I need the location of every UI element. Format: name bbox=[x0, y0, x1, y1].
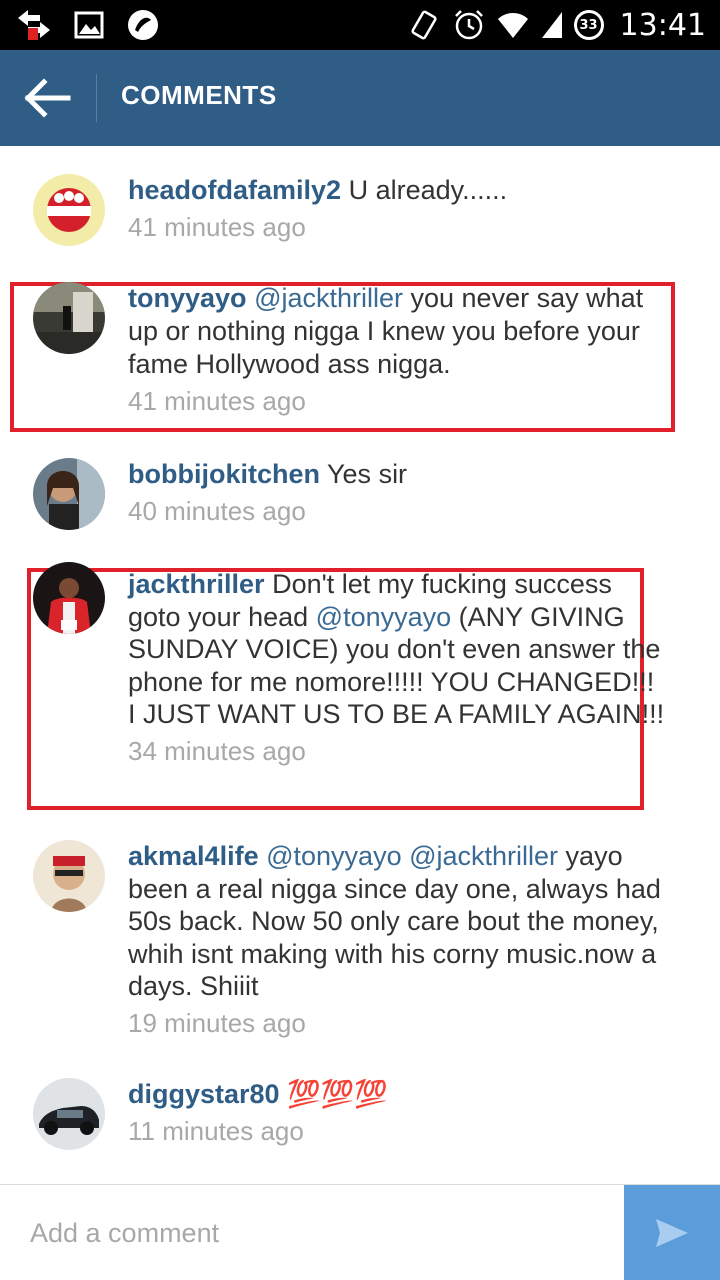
page-title: COMMENTS bbox=[121, 80, 277, 110]
comment-item: akmal4life @tonyyayo @jackthriller yayo … bbox=[0, 840, 720, 1050]
comment-username[interactable]: akmal4life bbox=[128, 841, 259, 871]
comment-username[interactable]: bobbijokitchen bbox=[128, 459, 320, 489]
comment-body: akmal4life @tonyyayo @jackthriller yayo … bbox=[128, 840, 668, 1039]
system-icons: 33 13:41 bbox=[408, 6, 706, 44]
comment-body: bobbijokitchen Yes sir 40 minutes ago bbox=[128, 458, 668, 528]
comment-text: akmal4life @tonyyayo @jackthriller yayo … bbox=[128, 840, 668, 1003]
avatar[interactable] bbox=[33, 840, 105, 912]
mention-link[interactable]: @jackthriller bbox=[254, 283, 403, 313]
comment-text: diggystar80 💯💯💯 bbox=[128, 1078, 668, 1111]
comment-composer bbox=[0, 1184, 720, 1280]
vibrate-icon bbox=[408, 8, 442, 42]
comment-item: headofdafamily2 U already...... 41 minut… bbox=[0, 174, 720, 264]
wifi-icon bbox=[496, 10, 530, 40]
comment-input[interactable] bbox=[30, 1207, 610, 1259]
comment-body: tonyyayo @jackthriller you never say wha… bbox=[128, 282, 668, 418]
alarm-icon bbox=[452, 8, 486, 42]
comment-message: Yes sir bbox=[327, 459, 408, 489]
send-button[interactable] bbox=[624, 1185, 720, 1280]
mention-link[interactable]: @tonyyayo bbox=[266, 841, 401, 871]
comment-username[interactable]: headofdafamily2 bbox=[128, 175, 341, 205]
comment-message bbox=[402, 841, 410, 871]
comment-text: tonyyayo @jackthriller you never say wha… bbox=[128, 282, 668, 381]
gallery-icon bbox=[74, 10, 104, 40]
comment-message: U already...... bbox=[348, 175, 508, 205]
avatar[interactable] bbox=[33, 1078, 105, 1150]
comment-body: diggystar80 💯💯💯 11 minutes ago bbox=[128, 1078, 668, 1148]
clock: 13:41 bbox=[619, 7, 706, 43]
notification-icons bbox=[16, 8, 160, 42]
header-divider bbox=[96, 74, 97, 122]
comment-body: jackthriller Don't let my fucking succes… bbox=[128, 568, 668, 767]
comment-item: diggystar80 💯💯💯 11 minutes ago bbox=[0, 1078, 720, 1168]
comment-timestamp: 41 minutes ago bbox=[128, 212, 306, 242]
back-arrow-icon bbox=[24, 78, 71, 118]
hundred-points-emoji: 💯💯💯 bbox=[287, 1079, 388, 1109]
comment-username[interactable]: diggystar80 bbox=[128, 1079, 280, 1109]
comment-text: bobbijokitchen Yes sir bbox=[128, 458, 668, 491]
app-header: COMMENTS bbox=[0, 50, 720, 146]
avatar[interactable] bbox=[33, 562, 105, 634]
comment-body: headofdafamily2 U already...... 41 minut… bbox=[128, 174, 668, 244]
comment-text: jackthriller Don't let my fucking succes… bbox=[128, 568, 668, 731]
comment-timestamp: 34 minutes ago bbox=[128, 735, 306, 766]
send-icon bbox=[656, 1219, 688, 1247]
comment-timestamp: 11 minutes ago bbox=[128, 1116, 304, 1146]
comment-text: headofdafamily2 U already...... bbox=[128, 174, 668, 207]
comment-timestamp: 41 minutes ago bbox=[128, 386, 306, 416]
avatar[interactable] bbox=[33, 458, 105, 530]
comment-username[interactable]: tonyyayo bbox=[128, 283, 247, 313]
app-notification-icon bbox=[126, 8, 160, 42]
comment-timestamp: 19 minutes ago bbox=[128, 1007, 306, 1038]
signal-icon bbox=[540, 10, 564, 40]
comment-item: bobbijokitchen Yes sir 40 minutes ago bbox=[0, 458, 720, 548]
comment-timestamp: 40 minutes ago bbox=[128, 496, 306, 526]
mention-link[interactable]: @tonyyayo bbox=[316, 602, 451, 632]
battery-icon: 33 bbox=[573, 10, 604, 40]
back-button[interactable] bbox=[18, 68, 78, 128]
comment-item: tonyyayo @jackthriller you never say wha… bbox=[0, 282, 720, 432]
comment-username[interactable]: jackthriller bbox=[128, 569, 265, 599]
avatar[interactable] bbox=[33, 174, 105, 246]
comment-item: jackthriller Don't let my fucking succes… bbox=[0, 562, 720, 813]
data-transfer-icon bbox=[16, 8, 52, 42]
mention-link[interactable]: @jackthriller bbox=[409, 841, 558, 871]
status-bar: 33 13:41 bbox=[0, 0, 720, 50]
comments-list[interactable]: headofdafamily2 U already...... 41 minut… bbox=[0, 146, 720, 1182]
avatar[interactable] bbox=[33, 282, 105, 354]
